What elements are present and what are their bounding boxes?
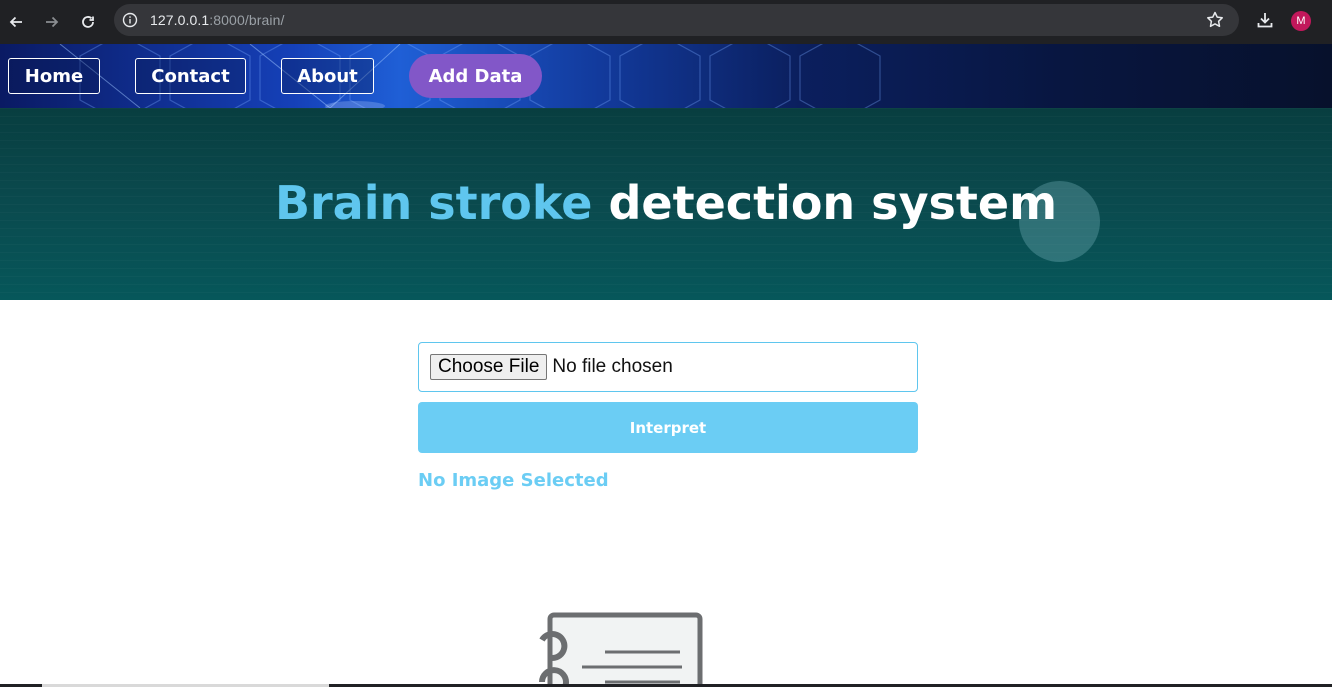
file-status-text: No file chosen <box>552 356 673 377</box>
page-title: Brain stroke detection system <box>0 176 1332 230</box>
profile-avatar[interactable]: M <box>1291 11 1311 31</box>
forward-button[interactable] <box>37 7 67 37</box>
url-path: :8000/brain/ <box>209 12 285 28</box>
site-navbar: Home Contact About Add Data <box>0 44 1332 108</box>
arrow-right-icon <box>46 16 59 28</box>
download-icon[interactable] <box>1255 10 1275 30</box>
bookmark-star-icon[interactable] <box>1205 10 1225 30</box>
interpret-button[interactable]: Interpret <box>418 402 918 453</box>
add-data-button[interactable]: Add Data <box>409 54 542 98</box>
title-accent: Brain stroke <box>274 176 593 230</box>
nav-about-link[interactable]: About <box>281 58 374 94</box>
file-input[interactable]: Choose File No file chosen <box>418 342 918 392</box>
nav-home-link[interactable]: Home <box>8 58 100 94</box>
back-button[interactable] <box>1 7 31 37</box>
site-info-icon[interactable] <box>120 10 140 30</box>
browser-toolbar: 127.0.0.1:8000/brain/ M <box>0 0 1332 44</box>
notebook-illustration <box>539 612 703 687</box>
choose-file-button[interactable]: Choose File <box>430 354 548 380</box>
reload-button[interactable] <box>73 7 103 37</box>
image-status-label: No Image Selected <box>418 470 609 491</box>
address-bar[interactable]: 127.0.0.1:8000/brain/ <box>114 4 1239 36</box>
url-text: 127.0.0.1:8000/brain/ <box>150 12 284 28</box>
arrow-left-icon <box>9 16 22 28</box>
url-host: 127.0.0.1 <box>150 12 210 28</box>
reload-icon <box>82 16 94 28</box>
title-rest: detection system <box>592 176 1058 230</box>
nav-contact-link[interactable]: Contact <box>135 58 246 94</box>
hero-banner: Brain stroke detection system <box>0 108 1332 300</box>
